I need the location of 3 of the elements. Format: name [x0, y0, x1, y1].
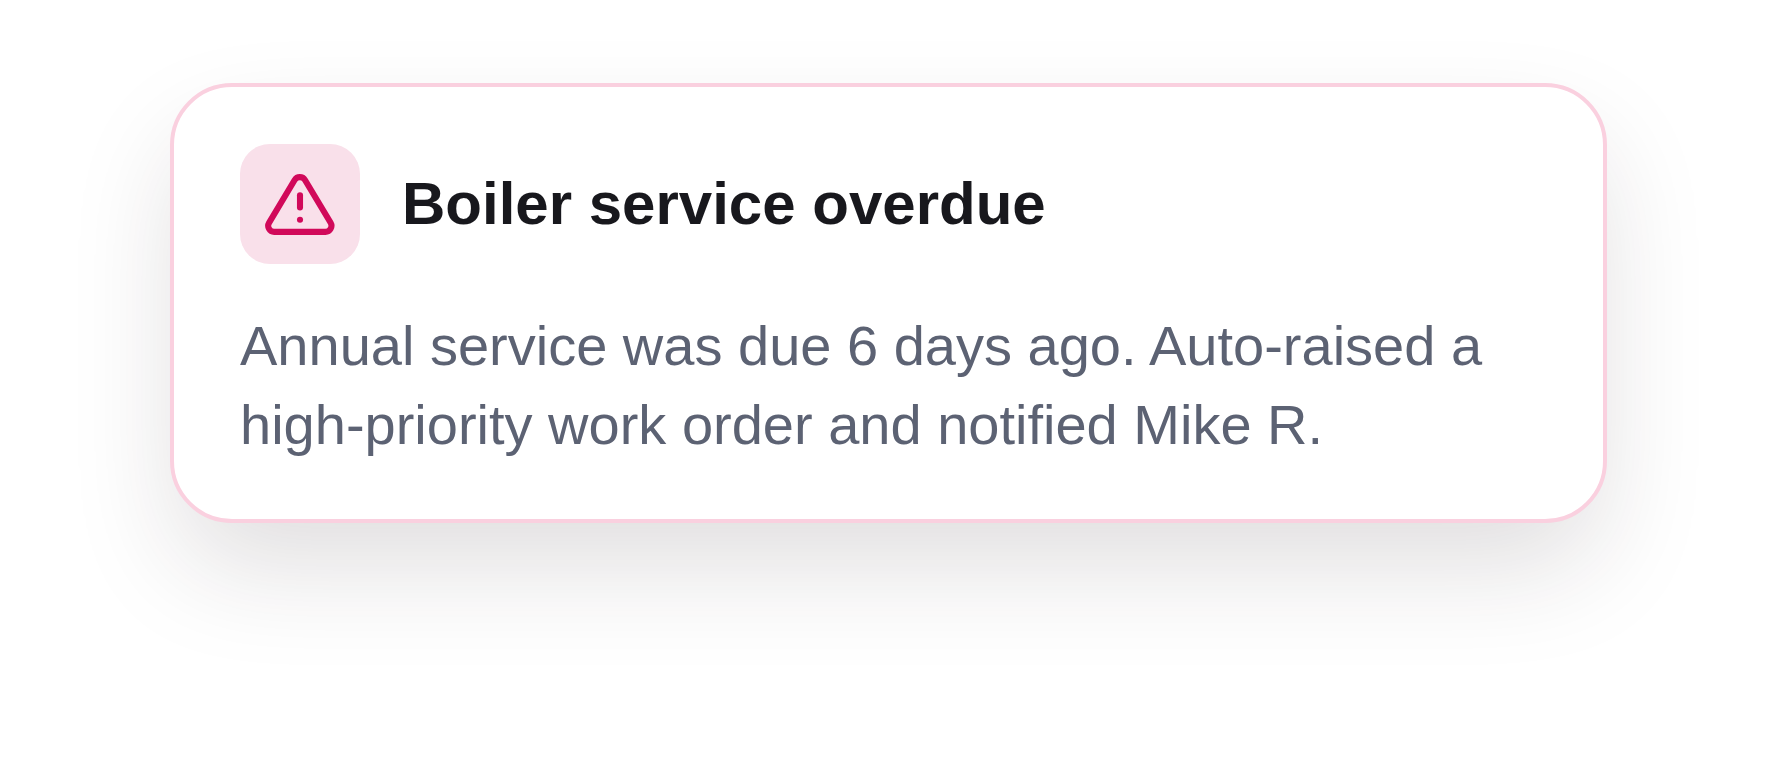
alert-message: Annual service was due 6 days ago. Auto-raised a high-priority work order and notified Mike R. — [240, 313, 1484, 458]
warning-icon — [240, 144, 360, 264]
alert-title: Boiler service overdue — [402, 169, 1046, 239]
